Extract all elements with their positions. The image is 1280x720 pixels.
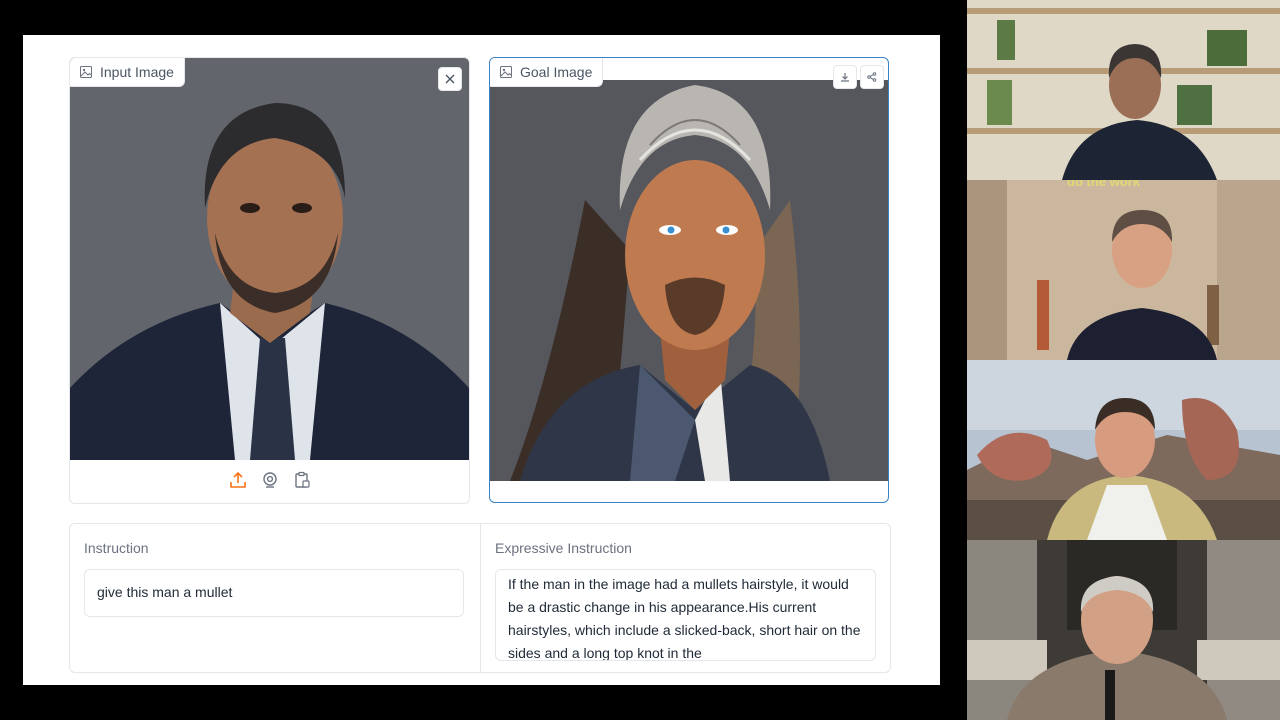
video-tile-3	[967, 360, 1280, 540]
share-icon[interactable]	[860, 65, 884, 89]
close-icon[interactable]	[438, 67, 462, 91]
instruction-label: Instruction	[84, 540, 149, 556]
video-overlay-text: do the work	[1067, 180, 1140, 189]
image-source-toolbar	[70, 457, 469, 503]
download-icon[interactable]	[833, 65, 857, 89]
instructions-panel: Instruction give this man a mullet Expre…	[69, 523, 891, 673]
goal-photo	[490, 80, 888, 481]
webcam-icon[interactable]	[260, 470, 280, 490]
input-photo	[70, 58, 469, 460]
app-window: Input Image Goal Image Instruction give …	[23, 35, 940, 685]
image-icon	[500, 66, 512, 78]
image-icon	[80, 66, 92, 78]
video-tile-4	[967, 540, 1280, 720]
video-tile-1	[967, 0, 1280, 180]
input-image-label: Input Image	[70, 58, 185, 87]
upload-icon[interactable]	[228, 470, 248, 490]
goal-image-label: Goal Image	[490, 58, 604, 87]
input-image-title: Input Image	[100, 64, 174, 80]
goal-image-title: Goal Image	[520, 64, 593, 80]
clipboard-icon[interactable]	[292, 470, 312, 490]
input-image-panel[interactable]: Input Image	[69, 57, 470, 504]
video-tile-2: do the work	[967, 180, 1280, 360]
expressive-instruction-textarea[interactable]: If the man in the image had a mullets ha…	[495, 569, 876, 661]
instruction-input[interactable]: give this man a mullet	[84, 569, 464, 617]
expressive-instruction-block: Expressive Instruction If the man in the…	[481, 524, 890, 672]
goal-image-panel[interactable]: Goal Image	[489, 57, 889, 503]
instruction-block: Instruction give this man a mullet	[70, 524, 481, 672]
expressive-instruction-label: Expressive Instruction	[495, 540, 632, 556]
